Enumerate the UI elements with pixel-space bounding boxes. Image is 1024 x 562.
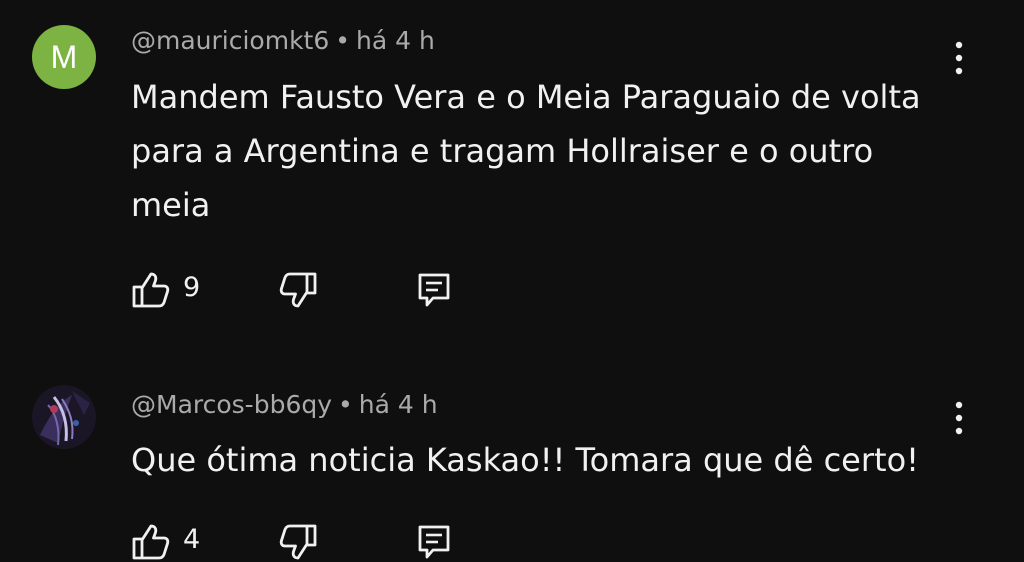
avatar[interactable]: M <box>32 25 96 89</box>
timestamp: há 4 h <box>356 26 435 55</box>
thumbs-down-icon <box>279 272 317 308</box>
comment-thread-item: M @mauriciomkt6 • há 4 h Mandem Fausto Ver… <box>0 0 1024 330</box>
more-vert-icon <box>955 401 963 435</box>
dislike-button[interactable] <box>278 270 322 310</box>
like-count: 4 <box>183 524 201 555</box>
dislike-button[interactable] <box>278 522 322 562</box>
more-options-button[interactable] <box>947 398 971 438</box>
separator: • <box>335 26 351 55</box>
comment-actions: 9 <box>131 270 471 310</box>
comment-text: Que ótima noticia Kaskao!! Tomara que dê… <box>131 441 919 479</box>
thumbs-down-icon <box>279 524 317 560</box>
thumbs-up-icon <box>132 272 170 308</box>
comment-header: @Marcos-bb6qy • há 4 h <box>131 390 438 419</box>
like-button[interactable]: 4 <box>131 522 221 562</box>
comment-thread-item: @Marcos-bb6qy • há 4 h Que ótima noticia K… <box>0 330 1024 560</box>
reply-icon <box>418 525 450 559</box>
thumbs-up-icon <box>132 524 170 560</box>
reply-icon <box>418 273 450 307</box>
reply-button[interactable] <box>414 522 454 562</box>
comment-header: @mauriciomkt6 • há 4 h <box>131 26 435 55</box>
comment-text: Mandem Fausto Vera e o Meia Paraguaio de… <box>131 78 921 224</box>
timestamp: há 4 h <box>358 390 438 419</box>
like-button[interactable]: 9 <box>131 270 221 310</box>
avatar-image <box>32 385 96 449</box>
separator: • <box>338 390 353 419</box>
like-count: 9 <box>183 272 201 303</box>
reply-button[interactable] <box>414 270 454 310</box>
avatar[interactable] <box>32 385 96 449</box>
author-name[interactable]: @mauriciomkt6 <box>131 26 329 55</box>
comment-actions: 4 <box>131 522 471 562</box>
author-name[interactable]: @Marcos-bb6qy <box>131 390 332 419</box>
